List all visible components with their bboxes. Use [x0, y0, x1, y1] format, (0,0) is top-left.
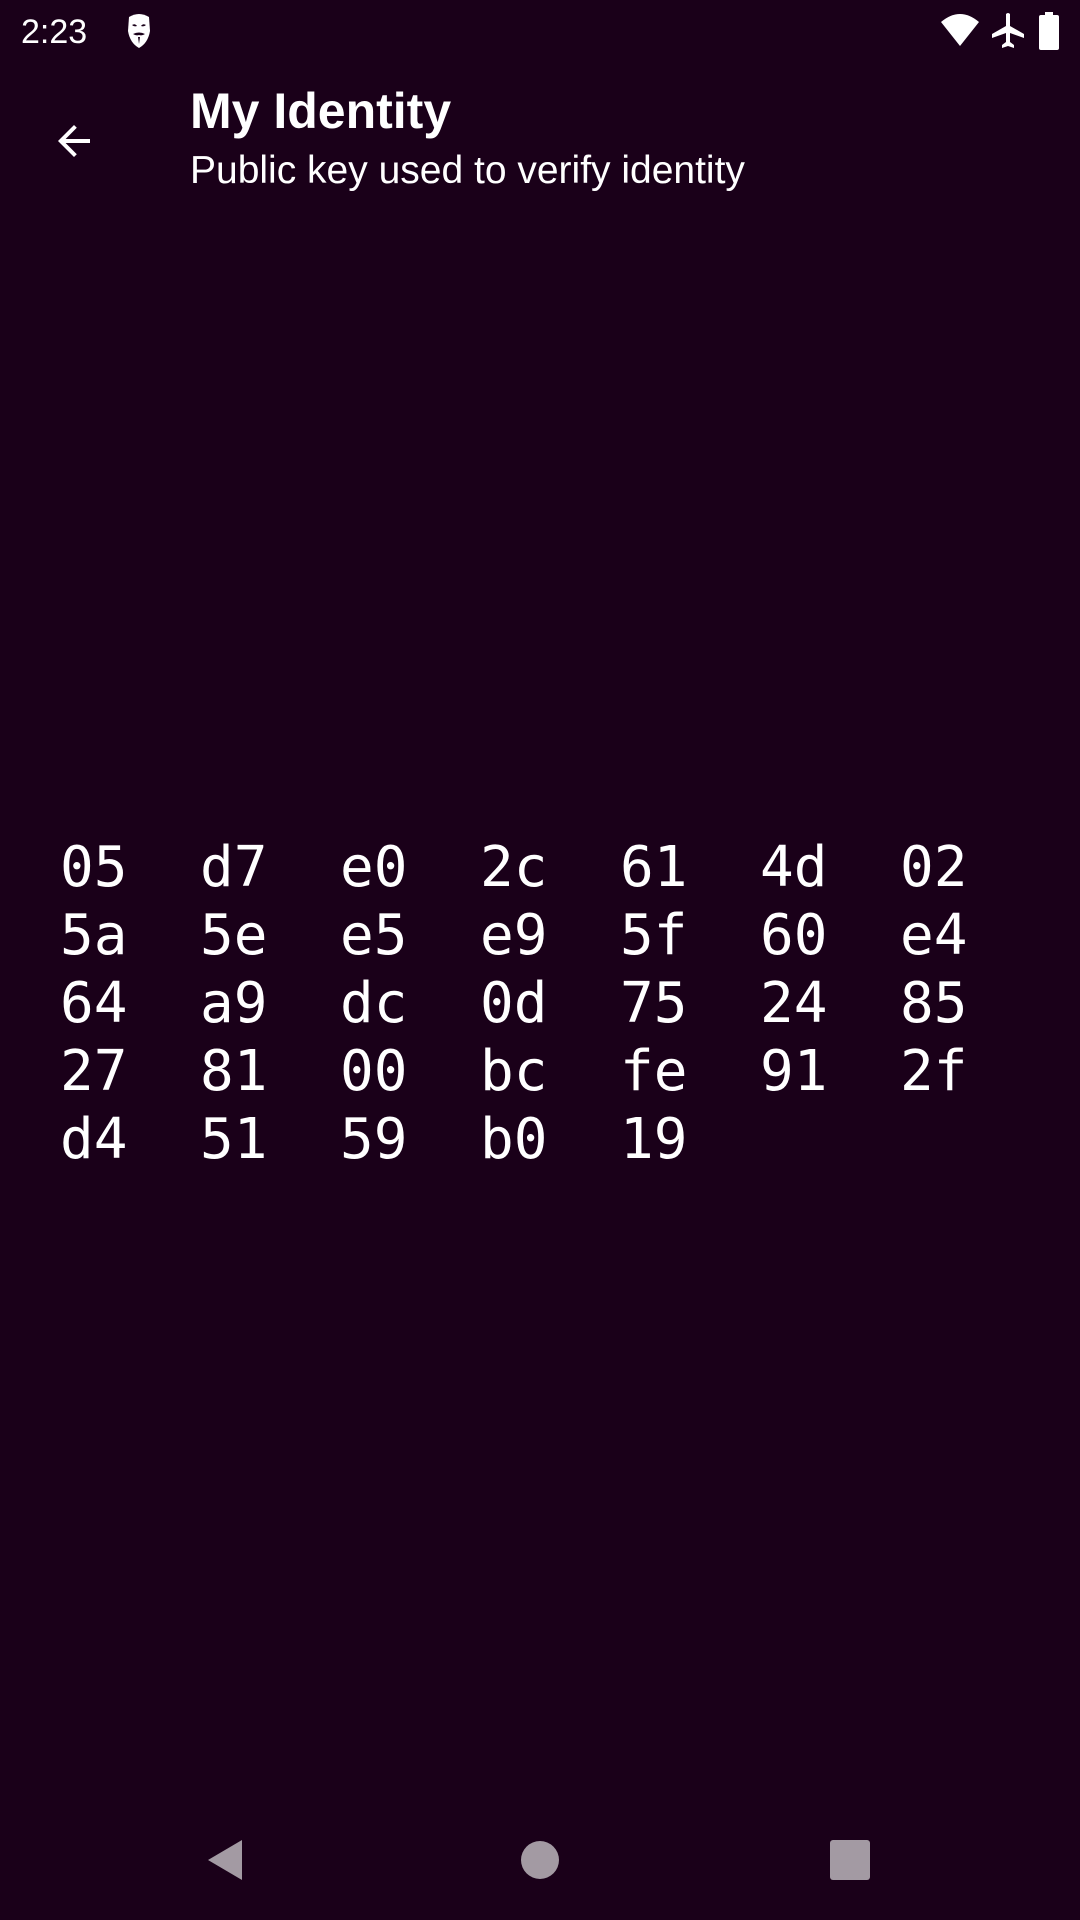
key-byte: 5a	[60, 903, 128, 968]
key-byte: bc	[480, 1039, 548, 1104]
key-byte: 81	[200, 1039, 268, 1104]
key-byte: 64	[60, 971, 128, 1036]
key-byte: 05	[60, 835, 128, 900]
nav-recents-button[interactable]	[820, 1830, 880, 1890]
app-bar: My Identity Public key used to verify id…	[0, 63, 1080, 210]
key-byte: e5	[340, 903, 408, 968]
system-nav-bar	[0, 1800, 1080, 1920]
key-byte: 0d	[480, 971, 548, 1036]
status-icons	[940, 12, 1060, 52]
public-key-grid: 05 d7 e0 2c 61 4d 02 5a 5e e5 e9 5f 60 e…	[60, 834, 1040, 1174]
key-byte: dc	[340, 971, 408, 1036]
key-byte: 51	[200, 1107, 268, 1172]
battery-icon	[1038, 12, 1060, 55]
home-circle-icon	[521, 1841, 559, 1879]
key-byte: 00	[340, 1039, 408, 1104]
key-byte: b0	[480, 1107, 548, 1172]
key-byte: d4	[60, 1107, 128, 1172]
nav-back-button[interactable]	[196, 1830, 256, 1890]
key-byte: 5e	[200, 903, 268, 968]
key-byte: e4	[900, 903, 968, 968]
key-byte: 4d	[760, 835, 828, 900]
key-byte: 85	[900, 971, 968, 1036]
key-byte: 59	[340, 1107, 408, 1172]
key-byte: fe	[620, 1039, 688, 1104]
key-byte: 19	[620, 1107, 688, 1172]
arrow-back-icon	[58, 125, 90, 157]
recents-square-icon	[830, 1840, 870, 1880]
page-subtitle: Public key used to verify identity	[190, 149, 745, 192]
key-byte: 2c	[480, 835, 548, 900]
status-bar: 2:23	[0, 0, 1080, 63]
wifi-icon	[940, 12, 980, 53]
key-byte: e0	[340, 835, 408, 900]
key-byte: 24	[760, 971, 828, 1036]
key-byte: a9	[200, 971, 268, 1036]
key-byte: d7	[200, 835, 268, 900]
airplane-mode-icon	[990, 12, 1026, 55]
page-title: My Identity	[190, 83, 452, 139]
key-byte: e9	[480, 903, 548, 968]
key-byte: 61	[620, 835, 688, 900]
key-byte: 02	[900, 835, 968, 900]
key-byte: 91	[760, 1039, 828, 1104]
key-byte: 5f	[620, 903, 688, 968]
nav-home-button[interactable]	[510, 1830, 570, 1890]
back-button[interactable]	[36, 103, 112, 179]
key-byte: 27	[60, 1039, 128, 1104]
key-byte: 2f	[900, 1039, 968, 1104]
key-byte: 60	[760, 903, 828, 968]
anonymous-mask-icon	[126, 13, 152, 49]
key-byte: 75	[620, 971, 688, 1036]
status-time: 2:23	[21, 13, 88, 51]
back-triangle-icon	[208, 1840, 242, 1880]
